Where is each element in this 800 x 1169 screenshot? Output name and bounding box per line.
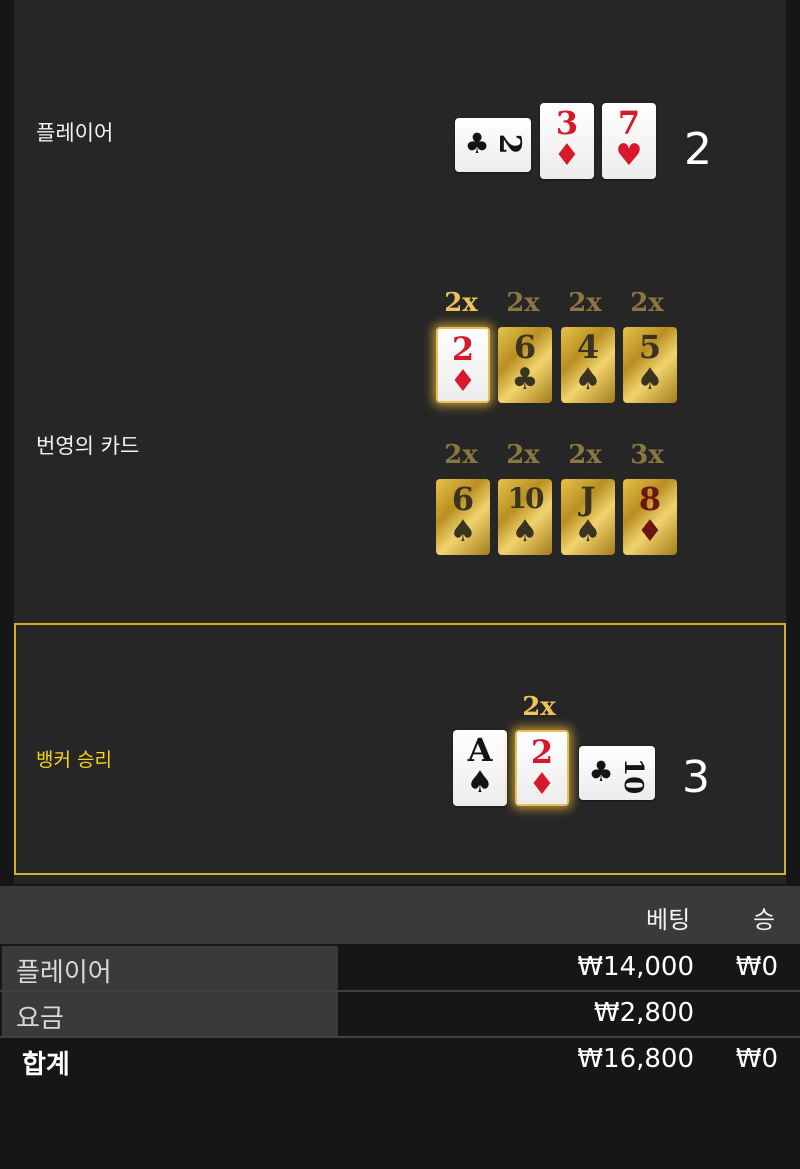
banker-win-label: 뱅커 승리 [36,749,112,771]
row-fee-bet: ₩2,800 [593,998,694,1028]
diamond-icon: ♦ [528,767,556,802]
club-icon: ♣ [588,755,614,788]
row-divider [0,1036,800,1038]
banker-card-2: 2 ♦ [515,730,569,806]
prosperity-card-1-1: 2 ♦ [436,327,490,403]
total-win: ₩0 [735,1044,778,1074]
row-player-win: ₩0 [735,952,778,982]
win-column-header: 승 [753,906,776,934]
prosperity-card-1-1-rank: 2 [451,330,475,368]
player-label: 플레이어 [36,121,114,145]
spade-icon: ♠ [574,362,602,397]
bet-column-header: 베팅 [646,906,691,934]
diamond-icon: ♦ [553,138,581,173]
heart-icon: ♥ [615,138,643,173]
multiplier-1-1: 2x [444,288,478,318]
multiplier-2-2: 2x [506,440,540,470]
player-card-3-rank: 7 [617,104,641,142]
spade-icon: ♠ [574,514,602,549]
total-label: 합계 [22,1050,70,1080]
multiplier-2-1: 2x [444,440,478,470]
prosperity-card-1-2: 6 ♣ [498,327,552,403]
player-card-1: 2 ♣ [455,118,531,172]
spade-icon: ♠ [511,514,539,549]
multiplier-1-4: 2x [630,288,664,318]
player-card-2-rank: 3 [555,104,579,142]
prosperity-label: 번영의 카드 [36,434,140,458]
club-icon: ♣ [464,127,490,160]
player-score: 2 [684,124,712,175]
diamond-icon: ♦ [636,514,664,549]
prosperity-card-2-4-rank: 8 [638,480,662,518]
spade-icon: ♠ [636,362,664,397]
banker-score: 3 [682,752,710,803]
prosperity-card-1-4: 5 ♠ [623,327,677,403]
row-fee-label: 요금 [16,1004,64,1034]
prosperity-card-2-1: 6 ♠ [436,479,490,555]
banker-multiplier: 2x [522,692,556,722]
banker-card-1: A ♠ [453,730,507,806]
multiplier-2-3: 2x [568,440,602,470]
spade-icon: ♠ [449,514,477,549]
prosperity-card-1-3: 4 ♠ [561,327,615,403]
banker-card-2-rank: 2 [530,733,554,771]
prosperity-card-2-2-rank: 10 [507,482,545,515]
row-player-bet: ₩14,000 [577,952,694,982]
prosperity-card-1-3-rank: 4 [576,328,600,366]
multiplier-2-4: 3x [630,440,664,470]
player-card-3: 7 ♥ [602,103,656,179]
prosperity-card-2-3-rank: J [580,480,596,518]
total-bet: ₩16,800 [577,1044,694,1074]
banker-card-3: 10 ♣ [579,746,655,800]
multiplier-1-3: 2x [568,288,602,318]
prosperity-card-2-1-rank: 6 [451,480,475,518]
banker-card-1-rank: A [467,731,493,769]
club-icon: ♣ [511,362,539,397]
diamond-icon: ♦ [449,364,477,399]
prosperity-card-1-2-rank: 6 [513,328,537,366]
spade-icon: ♠ [466,765,494,800]
player-card-1-rank: 2 [492,133,527,155]
prosperity-card-2-3: J ♠ [561,479,615,555]
prosperity-card-2-2: 10 ♠ [498,479,552,555]
banker-card-3-rank: 10 [618,758,648,795]
banker-winner-box [14,623,786,875]
prosperity-card-1-4-rank: 5 [638,328,662,366]
row-player-label: 플레이어 [16,958,112,988]
player-card-2: 3 ♦ [540,103,594,179]
multiplier-1-2: 2x [506,288,540,318]
prosperity-card-2-4: 8 ♦ [623,479,677,555]
